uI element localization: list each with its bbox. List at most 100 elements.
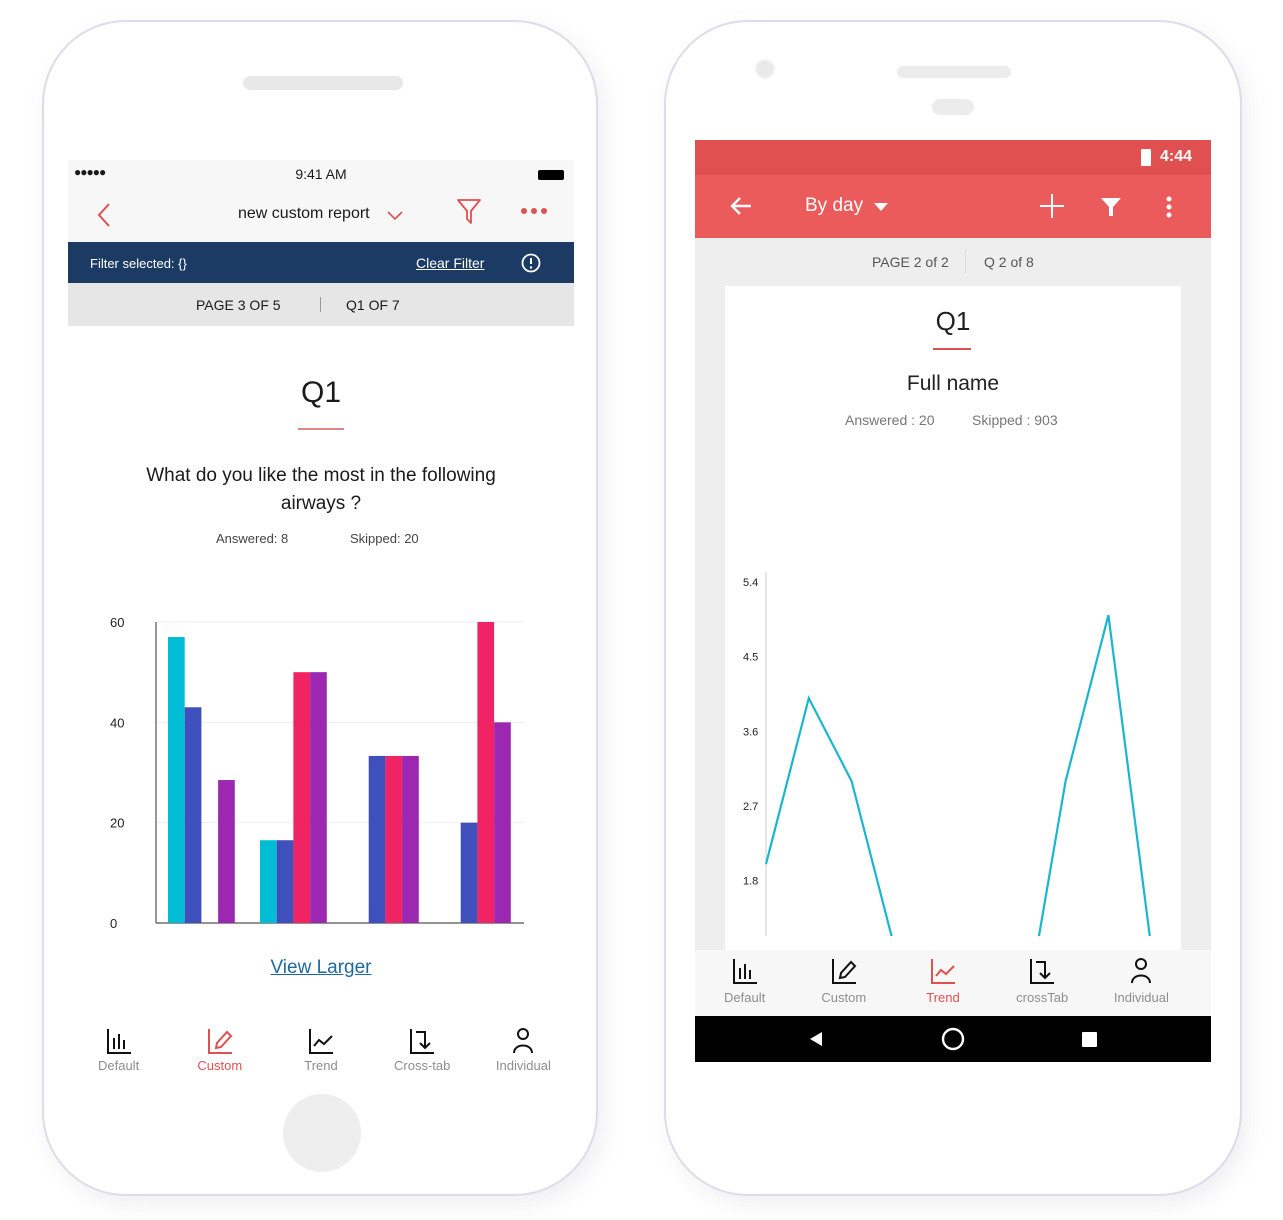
question-card: Q1 Full name Answered : 20 Skipped : 903…	[725, 286, 1181, 950]
person-icon	[1131, 958, 1152, 984]
chevron-down-icon[interactable]	[386, 210, 404, 222]
more-vert-icon[interactable]	[1165, 195, 1173, 219]
android-screen: 4:44 By day PAGE 2 of 2 Q 2 of 8 Q1 Full…	[695, 140, 1211, 1062]
nav-home-icon[interactable]	[941, 1027, 965, 1051]
question-text: Full name	[906, 372, 1000, 395]
filter-icon[interactable]	[456, 198, 482, 226]
ios-screen: ●●●●● 9:41 AM new custom report Filter s…	[68, 160, 574, 1080]
tab-label: Default	[724, 990, 766, 1005]
y-tick-label: 0	[110, 916, 117, 931]
bar	[293, 672, 311, 923]
nav-bar: new custom report	[68, 190, 574, 242]
trend-chart-icon	[931, 959, 955, 984]
bar	[218, 780, 235, 923]
line-chart: 0.00.91.82.73.64.55.4Feb 07Feb 09Feb 11F…	[743, 572, 1151, 936]
y-tick-label: 2.7	[743, 801, 758, 813]
view-mode-select[interactable]: By day	[805, 195, 863, 217]
series-line	[764, 614, 1151, 936]
tab-label: Cross-tab	[394, 1058, 451, 1073]
add-icon[interactable]	[1039, 193, 1065, 219]
tab-label: Custom	[197, 1058, 243, 1073]
dropdown-arrow-icon[interactable]	[873, 202, 889, 212]
toolbar: By day	[695, 175, 1211, 238]
tab-label: Custom	[821, 990, 867, 1005]
tab-label: Trend	[304, 1058, 338, 1073]
title-underline	[298, 428, 344, 430]
tab-default[interactable]: Default	[695, 956, 795, 1005]
clear-filter-link[interactable]: Clear Filter	[416, 255, 484, 271]
divider	[965, 250, 966, 274]
tab-label: crossTab	[1016, 990, 1069, 1005]
view-larger-link[interactable]: View Larger	[68, 957, 574, 979]
answered-count: Answered : 20	[845, 412, 935, 428]
bar	[494, 722, 511, 923]
back-icon[interactable]	[96, 202, 112, 228]
report-title[interactable]: new custom report	[238, 205, 370, 223]
tab-cross-tab[interactable]: Cross-tab	[372, 1026, 472, 1073]
question-indicator: Q1 OF 7	[346, 297, 400, 313]
skipped-count: Skipped: 20	[350, 531, 419, 546]
y-tick-label: 3.6	[743, 726, 758, 738]
tab-default[interactable]: Default	[69, 1026, 169, 1073]
content-area: Q1 Full name Answered : 20 Skipped : 903…	[695, 286, 1211, 950]
more-icon[interactable]	[520, 207, 550, 215]
filter-icon[interactable]	[1100, 197, 1122, 217]
bar	[402, 755, 419, 923]
nav-back-icon[interactable]	[808, 1031, 824, 1047]
question-text-line1: What do you like the most in the followi…	[146, 465, 496, 486]
bar	[460, 822, 478, 923]
trend-chart-icon	[309, 1029, 333, 1054]
bar	[276, 840, 294, 923]
y-tick-label: 60	[110, 615, 124, 630]
person-icon	[513, 1028, 534, 1054]
android-frame: 4:44 By day PAGE 2 of 2 Q 2 of 8 Q1 Full…	[664, 20, 1242, 1196]
tab-label: Trend	[926, 990, 960, 1005]
front-camera	[755, 59, 775, 79]
crosstab-icon	[410, 1029, 435, 1054]
tab-trend[interactable]: Trend	[893, 956, 993, 1005]
bar	[310, 672, 327, 923]
info-icon[interactable]	[521, 253, 541, 273]
tab-trend[interactable]: Trend	[271, 1026, 371, 1073]
title-underline	[933, 348, 971, 350]
edit-chart-icon	[207, 1029, 233, 1054]
bar	[368, 755, 386, 923]
back-arrow-icon[interactable]	[729, 195, 753, 217]
home-button[interactable]	[283, 1094, 361, 1172]
tab-custom[interactable]: Custom	[170, 1026, 270, 1073]
question-number: Q1	[300, 376, 342, 409]
bar	[477, 622, 495, 923]
bar	[260, 840, 277, 923]
tab-label: Default	[97, 1058, 140, 1073]
y-tick-label: 1.8	[743, 876, 758, 888]
y-tick-label: 40	[110, 715, 124, 730]
y-tick-label: 20	[110, 816, 124, 831]
bar	[168, 637, 185, 923]
y-tick-label: 5.4	[743, 577, 758, 589]
page-indicator: PAGE 2 of 2	[872, 254, 949, 270]
tab-individual[interactable]: Individual	[473, 1026, 573, 1073]
nav-recents-icon[interactable]	[1082, 1032, 1097, 1047]
system-nav-bar	[695, 1016, 1211, 1062]
question-number: Q1	[935, 306, 971, 336]
divider	[320, 297, 321, 312]
y-tick-label: 4.5	[743, 652, 758, 664]
tab-bar: Default Custom Trend crossTab Individual	[695, 950, 1211, 1016]
edit-chart-icon	[831, 959, 857, 984]
tab-individual[interactable]: Individual	[1091, 956, 1191, 1005]
phone-speaker	[897, 66, 1011, 78]
page-indicator: PAGE 3 OF 5	[196, 297, 281, 313]
status-bar: ●●●●● 9:41 AM	[68, 160, 574, 190]
bar	[184, 707, 202, 923]
status-time: 9:41 AM	[295, 166, 347, 182]
question-text-line2: airways ?	[280, 493, 362, 514]
skipped-count: Skipped : 903	[972, 412, 1058, 428]
tab-bar: Default Custom Trend Cross-tab Individual	[68, 1018, 574, 1078]
iphone-frame: ●●●●● 9:41 AM new custom report Filter s…	[42, 20, 598, 1196]
status-time: 4:44	[1160, 148, 1193, 165]
battery-icon	[538, 170, 564, 180]
tab-crosstab[interactable]: crossTab	[992, 956, 1092, 1005]
bar-chart-icon	[732, 959, 757, 984]
pagination-bar: PAGE 2 of 2 Q 2 of 8	[695, 238, 1211, 286]
tab-custom[interactable]: Custom	[794, 956, 894, 1005]
